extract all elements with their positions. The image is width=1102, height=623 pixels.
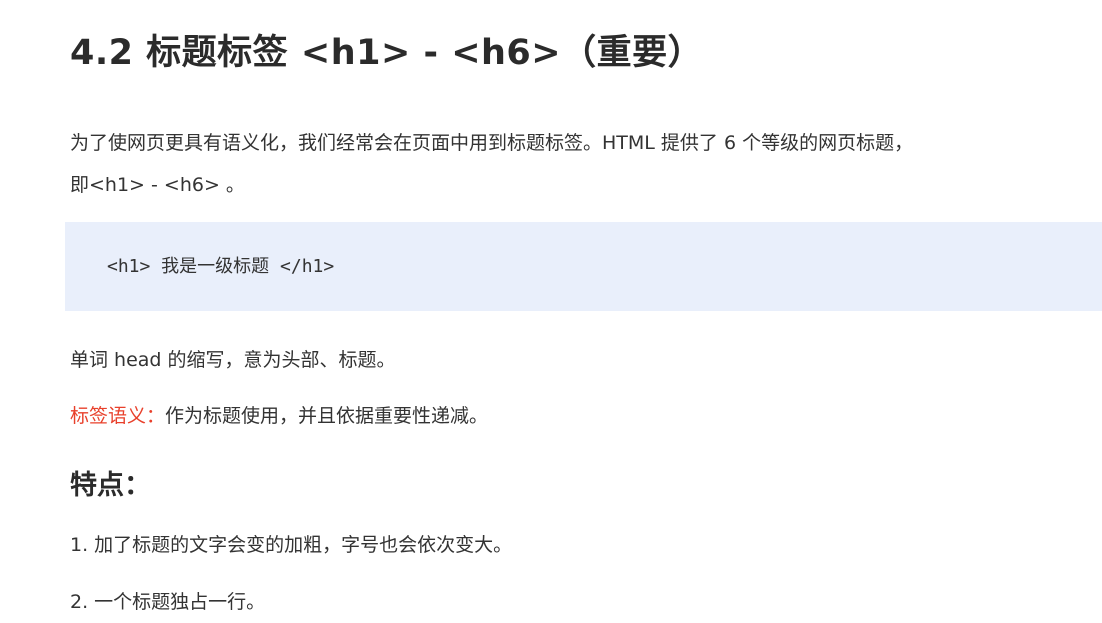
code-block: <h1> 我是一级标题 </h1> bbox=[65, 222, 1102, 311]
feature-item: 1. 加了标题的文字会变的加粗，字号也会依次变大。 bbox=[70, 534, 513, 556]
feature-item: 2. 一个标题独占一行。 bbox=[70, 591, 266, 613]
intro-paragraph-line-2: 即<h1> - <h6> 。 bbox=[70, 174, 245, 196]
document-page: 4.2 标题标签 <h1> - <h6>（重要） 为了使网页更具有语义化，我们经… bbox=[0, 0, 1102, 623]
semantics-paragraph: 标签语义：作为标题使用，并且依据重要性递减。 bbox=[70, 399, 488, 434]
intro-paragraph-line-1: 为了使网页更具有语义化，我们经常会在页面中用到标题标签。HTML 提供了 6 个… bbox=[70, 132, 914, 154]
section-heading: 4.2 标题标签 <h1> - <h6>（重要） bbox=[70, 33, 704, 73]
semantics-label: 标签语义： bbox=[70, 405, 166, 427]
semantics-text: 作为标题使用，并且依据重要性递减。 bbox=[165, 405, 489, 427]
features-heading: 特点： bbox=[70, 470, 151, 501]
abbreviation-paragraph: 单词 head 的缩写，意为头部、标题。 bbox=[70, 349, 396, 371]
code-example: <h1> 我是一级标题 </h1> bbox=[107, 256, 335, 277]
